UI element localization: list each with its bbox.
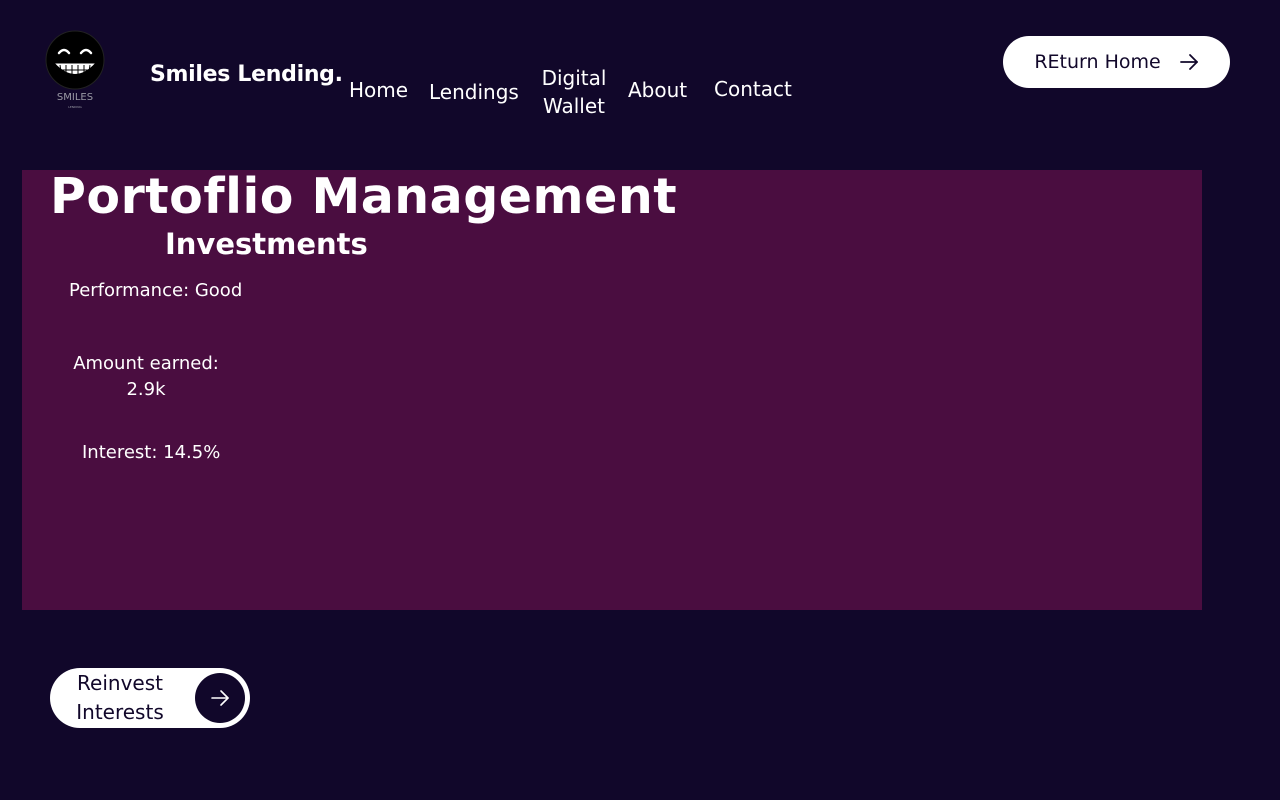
nav-lendings[interactable]: Lendings (429, 78, 519, 106)
page: SMILES LENDING Smiles Lending. Home Lend… (0, 0, 1280, 800)
nav-home[interactable]: Home (349, 76, 408, 104)
amount-earned-stat: Amount earned: 2.9k (62, 351, 230, 403)
amount-earned-value: 2.9k (126, 379, 166, 400)
interest-stat: Interest: 14.5% (82, 442, 221, 463)
reinvest-label: Reinvest Interests (50, 669, 190, 727)
return-home-label: REturn Home (1034, 51, 1161, 73)
brand-name[interactable]: Smiles Lending. (150, 62, 343, 87)
nav-contact[interactable]: Contact (714, 75, 792, 103)
reinvest-interests-button[interactable]: Reinvest Interests (50, 668, 250, 728)
performance-stat: Performance: Good (69, 280, 243, 301)
nav-digital-wallet-line2: Wallet (542, 94, 605, 118)
amount-earned-label: Amount earned: (73, 353, 219, 374)
reinvest-label-line2: Interests (76, 700, 164, 724)
arrow-right-icon (1179, 54, 1198, 70)
smiley-face-icon: SMILES LENDING (45, 30, 105, 109)
arrow-right-icon (211, 690, 229, 706)
reinvest-label-line1: Reinvest (77, 671, 163, 695)
section-title: Investments (165, 227, 368, 261)
page-title: Portoflio Management (50, 168, 678, 225)
logo[interactable]: SMILES LENDING (40, 28, 110, 112)
nav-about[interactable]: About (628, 76, 687, 104)
reinvest-arrow-circle (195, 673, 245, 723)
return-home-button[interactable]: REturn Home (1003, 36, 1230, 88)
logo-subtext: LENDING (68, 105, 82, 109)
nav-digital-wallet-line1: Digital (541, 66, 607, 90)
logo-text: SMILES (57, 92, 93, 103)
nav-digital-wallet[interactable]: Digital Wallet (538, 64, 610, 120)
